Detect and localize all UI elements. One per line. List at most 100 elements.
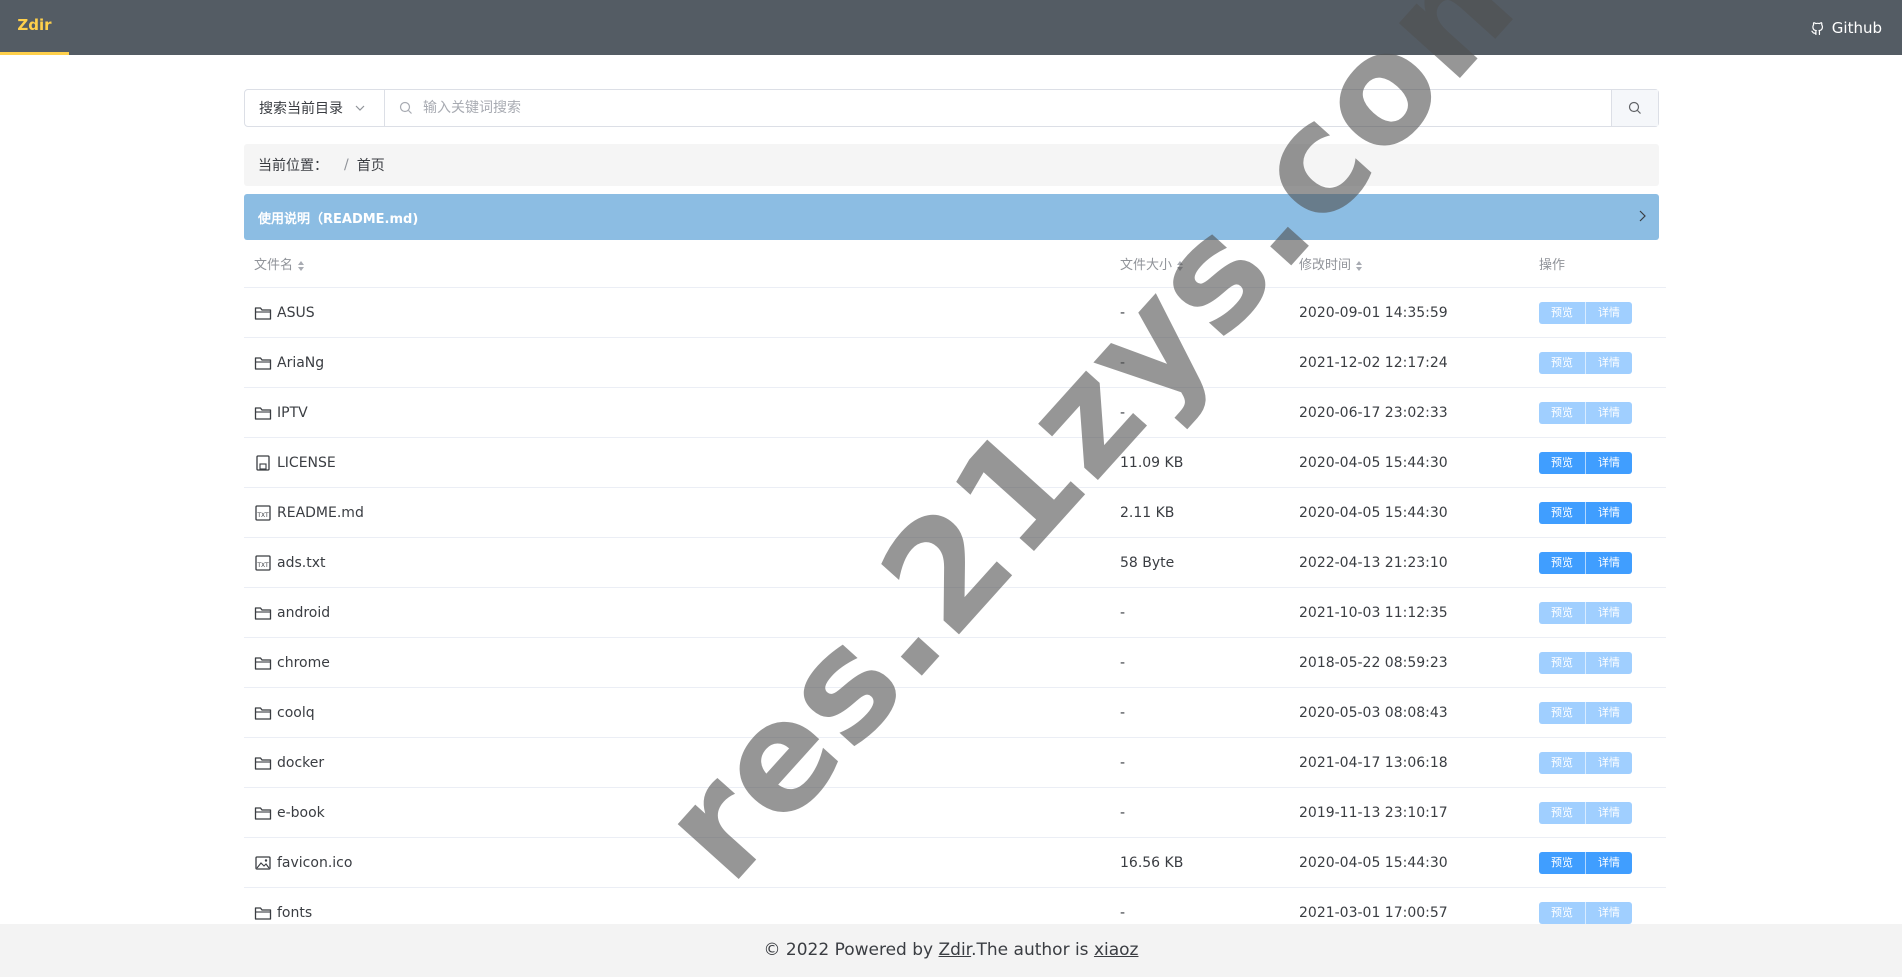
file-modified-time: 2021-10-03 11:12:35 <box>1299 587 1539 638</box>
folder-icon <box>254 906 272 920</box>
detail-button[interactable]: 详情 <box>1585 451 1632 474</box>
file-name-cell: AriaNg <box>244 337 1120 388</box>
table-row: android -2021-10-03 11:12:35 预览 详情 <box>244 587 1666 638</box>
main-container: 搜索当前目录 当前位置： / 首页 使用说明（README.md) 文件名 文件… <box>244 89 1666 938</box>
preview-button[interactable]: 预览 <box>1539 851 1585 874</box>
detail-button[interactable]: 详情 <box>1585 351 1632 374</box>
table-row: TXT ads.txt 58 Byte 2022-04-13 21:23:10 预览 详情 <box>244 537 1666 588</box>
file-name-cell: IPTV <box>244 387 1120 438</box>
file-name-link[interactable]: LICENSE <box>277 455 336 471</box>
file-size: - <box>1120 787 1299 838</box>
preview-button[interactable]: 预览 <box>1539 751 1585 774</box>
table-row: favicon.ico 16.56 KB 2020-04-05 15:44:30 预览… <box>244 837 1666 888</box>
detail-button[interactable]: 详情 <box>1585 851 1632 874</box>
readme-title: 使用说明（README.md) <box>258 211 419 227</box>
file-actions: 预览 详情 <box>1539 637 1666 688</box>
column-header-size[interactable]: 文件大小 <box>1120 240 1299 288</box>
preview-button[interactable]: 预览 <box>1539 901 1585 924</box>
detail-button[interactable]: 详情 <box>1585 601 1632 624</box>
preview-button[interactable]: 预览 <box>1539 651 1585 674</box>
search-bar: 搜索当前目录 <box>244 89 1659 127</box>
preview-button[interactable]: 预览 <box>1539 351 1585 374</box>
detail-button[interactable]: 详情 <box>1585 651 1632 674</box>
search-scope-label: 搜索当前目录 <box>259 101 343 117</box>
detail-button[interactable]: 详情 <box>1585 901 1632 924</box>
readme-collapse-header[interactable]: 使用说明（README.md) <box>244 194 1659 240</box>
chevron-right-icon <box>1639 210 1646 222</box>
file-size: - <box>1120 687 1299 738</box>
file-name-link[interactable]: android <box>277 605 330 621</box>
detail-button[interactable]: 详情 <box>1585 701 1632 724</box>
search-input-wrap <box>385 90 1611 126</box>
footer-author-link[interactable]: xiaoz <box>1094 940 1139 960</box>
folder-icon <box>254 606 272 620</box>
preview-button[interactable]: 预览 <box>1539 701 1585 724</box>
file-name-link[interactable]: chrome <box>277 655 330 671</box>
table-row: ASUS -2020-09-01 14:35:59 预览 详情 <box>244 287 1666 338</box>
folder-icon <box>254 406 272 420</box>
file-modified-time: 2020-05-03 08:08:43 <box>1299 687 1539 738</box>
breadcrumb: 当前位置： / 首页 <box>244 144 1659 186</box>
file-actions: 预览 详情 <box>1539 487 1666 538</box>
file-name-link[interactable]: AriaNg <box>277 355 324 371</box>
file-modified-time: 2020-04-05 15:44:30 <box>1299 837 1539 888</box>
folder-icon <box>254 756 272 770</box>
table-row: IPTV -2020-06-17 23:02:33 预览 详情 <box>244 387 1666 438</box>
file-name-link[interactable]: ASUS <box>277 305 315 321</box>
table-row: coolq -2020-05-03 08:08:43 预览 详情 <box>244 687 1666 738</box>
file-name-link[interactable]: fonts <box>277 905 312 921</box>
svg-text:TXT: TXT <box>256 562 269 569</box>
sort-icon <box>1177 260 1184 271</box>
detail-button[interactable]: 详情 <box>1585 551 1632 574</box>
brand-tab[interactable]: Zdir <box>0 0 69 55</box>
search-icon <box>399 101 412 114</box>
file-name-link[interactable]: README.md <box>277 505 364 521</box>
detail-button[interactable]: 详情 <box>1585 751 1632 774</box>
file-name-link[interactable]: e-book <box>277 805 325 821</box>
file-name-link[interactable]: ads.txt <box>277 555 325 571</box>
preview-button[interactable]: 预览 <box>1539 801 1585 824</box>
preview-button[interactable]: 预览 <box>1539 401 1585 424</box>
search-button[interactable] <box>1611 90 1658 126</box>
footer-zdir-link[interactable]: Zdir <box>939 940 972 960</box>
column-header-modified[interactable]: 修改时间 <box>1299 240 1539 288</box>
detail-button[interactable]: 详情 <box>1585 301 1632 324</box>
column-modified-label: 修改时间 <box>1299 258 1352 273</box>
detail-button[interactable]: 详情 <box>1585 501 1632 524</box>
file-modified-time: 2018-05-22 08:59:23 <box>1299 637 1539 688</box>
github-label: Github <box>1831 18 1882 37</box>
preview-button[interactable]: 预览 <box>1539 601 1585 624</box>
search-icon <box>1628 101 1641 114</box>
file-actions: 预览 详情 <box>1539 787 1666 838</box>
column-size-label: 文件大小 <box>1120 258 1173 273</box>
column-header-name[interactable]: 文件名 <box>244 240 1120 288</box>
file-name-cell: coolq <box>244 687 1120 738</box>
file-name-link[interactable]: IPTV <box>277 405 308 421</box>
preview-button[interactable]: 预览 <box>1539 451 1585 474</box>
folder-icon <box>254 706 272 720</box>
file-name-cell: chrome <box>244 637 1120 688</box>
folder-icon <box>254 656 272 670</box>
preview-button[interactable]: 预览 <box>1539 551 1585 574</box>
file-size: - <box>1120 287 1299 338</box>
file-actions: 预览 详情 <box>1539 287 1666 338</box>
file-size: 2.11 KB <box>1120 487 1299 538</box>
breadcrumb-home[interactable]: 首页 <box>357 155 385 175</box>
footer: © 2022 Powered by Zdir.The author is xia… <box>0 924 1902 977</box>
file-name-link[interactable]: coolq <box>277 705 315 721</box>
folder-icon <box>254 806 272 820</box>
file-modified-time: 2020-04-05 15:44:30 <box>1299 487 1539 538</box>
file-size: 58 Byte <box>1120 537 1299 588</box>
txt-file-icon: TXT <box>255 554 271 571</box>
file-name-link[interactable]: docker <box>277 755 324 771</box>
search-scope-select[interactable]: 搜索当前目录 <box>245 90 385 126</box>
file-name-link[interactable]: favicon.ico <box>277 855 352 871</box>
search-input[interactable] <box>421 99 1611 117</box>
preview-button[interactable]: 预览 <box>1539 301 1585 324</box>
file-name-cell: favicon.ico <box>244 837 1120 888</box>
preview-button[interactable]: 预览 <box>1539 501 1585 524</box>
file-actions: 预览 详情 <box>1539 837 1666 888</box>
detail-button[interactable]: 详情 <box>1585 801 1632 824</box>
github-link[interactable]: Github <box>1811 0 1882 55</box>
detail-button[interactable]: 详情 <box>1585 401 1632 424</box>
